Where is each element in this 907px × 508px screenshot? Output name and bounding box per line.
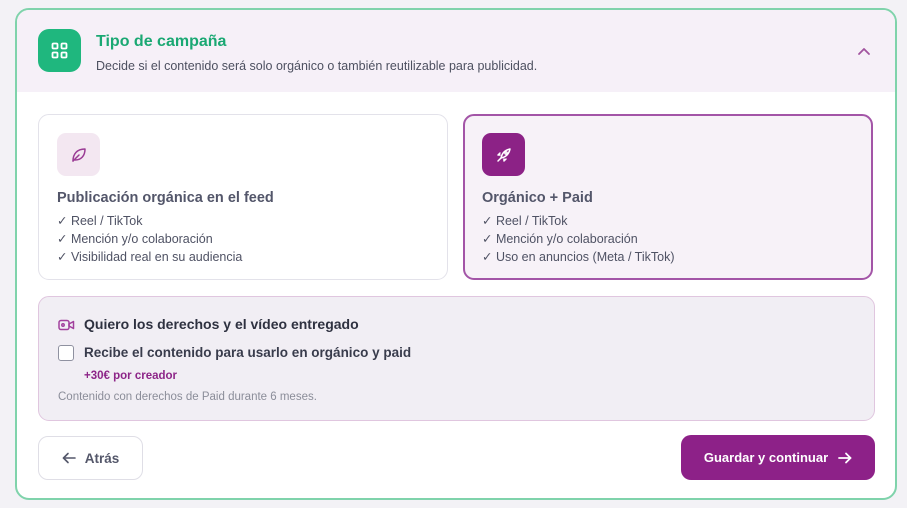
option-features: ✓ Reel / TikTok ✓ Mención y/o colaboraci… <box>57 212 242 266</box>
feature-item: ✓ Uso en anuncios (Meta / TikTok) <box>482 250 675 264</box>
option-card-organic[interactable]: Publicación orgánica en el feed ✓ Reel /… <box>38 114 448 280</box>
campaign-type-panel: Tipo de campaña Decide si el contenido s… <box>15 8 897 500</box>
rights-title: Quiero los derechos y el vídeo entregado <box>84 316 359 332</box>
price-per-creator: +30€ por creador <box>84 370 178 382</box>
feature-item: ✓ Reel / TikTok <box>57 214 143 228</box>
arrow-right-icon <box>838 452 852 464</box>
grid-icon <box>38 29 81 72</box>
collapse-button[interactable] <box>853 40 875 62</box>
arrow-left-icon <box>62 452 76 464</box>
feature-item: ✓ Reel / TikTok <box>482 214 568 228</box>
panel-title: Tipo de campaña <box>96 33 227 50</box>
back-button-label: Atrás <box>84 450 120 466</box>
rights-note: Contenido con derechos de Paid durante 6… <box>58 391 317 403</box>
option-features: ✓ Reel / TikTok ✓ Mención y/o colaboraci… <box>482 212 675 266</box>
rocket-icon <box>482 133 525 176</box>
leaf-icon <box>57 133 100 176</box>
chevron-up-icon <box>857 47 871 56</box>
save-continue-button[interactable]: Guardar y continuar <box>681 435 875 480</box>
feature-item: ✓ Mención y/o colaboración <box>57 232 213 246</box>
video-camera-icon <box>58 318 75 332</box>
panel-subtitle: Decide si el contenido será solo orgánic… <box>96 59 538 73</box>
save-button-label: Guardar y continuar <box>703 450 829 465</box>
rights-checkbox[interactable] <box>58 345 74 361</box>
rights-section: Quiero los derechos y el vídeo entregado… <box>38 296 875 421</box>
option-title: Orgánico + Paid <box>482 190 593 206</box>
panel-header[interactable]: Tipo de campaña Decide si el contenido s… <box>17 10 895 92</box>
feature-item: ✓ Visibilidad real en su audiencia <box>57 250 243 264</box>
rights-checkbox-label[interactable]: Recibe el contenido para usarlo en orgán… <box>84 345 411 360</box>
feature-item: ✓ Mención y/o colaboración <box>482 232 638 246</box>
option-title: Publicación orgánica en el feed <box>57 190 274 206</box>
back-button[interactable]: Atrás <box>38 436 143 480</box>
option-card-organic-paid[interactable]: Orgánico + Paid ✓ Reel / TikTok ✓ Menció… <box>463 114 873 280</box>
